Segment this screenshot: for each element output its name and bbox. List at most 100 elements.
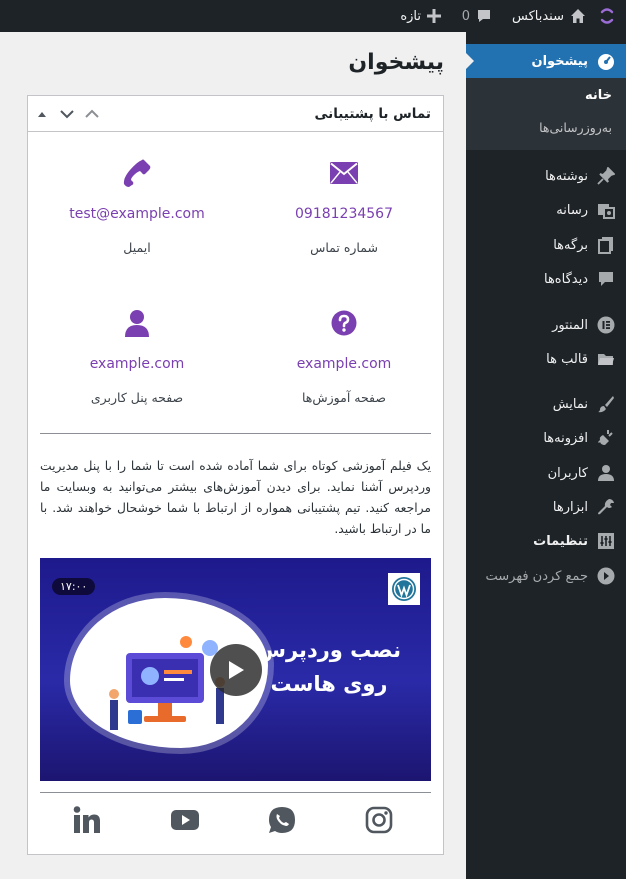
contact-phone-value[interactable]: 09181234567 bbox=[259, 206, 429, 222]
elementor-icon bbox=[596, 315, 616, 335]
home-icon bbox=[571, 9, 585, 23]
menu-item-tools[interactable]: ابزارها bbox=[466, 493, 626, 521]
collapse-icon bbox=[596, 566, 616, 586]
contact-tutorials-label: صفحه آموزش‌ها bbox=[301, 390, 386, 405]
contact-tutorials: example.com صفحه آموزش‌ها bbox=[259, 306, 429, 405]
youtube-icon bbox=[171, 810, 199, 830]
divider bbox=[40, 433, 431, 434]
menu-item-media[interactable]: رسانه bbox=[466, 196, 626, 224]
move-down-button[interactable] bbox=[57, 104, 77, 124]
contact-email-label: ایمیل bbox=[123, 240, 151, 255]
menu-label-elementor: المنتور bbox=[552, 317, 588, 333]
user-icon bbox=[125, 310, 149, 337]
brush-icon bbox=[596, 394, 616, 414]
linkedin-link[interactable] bbox=[72, 805, 102, 835]
linkedin-icon bbox=[73, 806, 100, 833]
site-name: سندباکس bbox=[512, 8, 564, 24]
menu-label-settings: تنظیمات bbox=[533, 533, 588, 549]
dashboard-submenu: خانه به‌روزرسانی‌ها bbox=[466, 78, 626, 150]
caret-up-icon bbox=[38, 112, 46, 117]
menu-label-pages: برگه‌ها bbox=[553, 237, 588, 253]
whatsapp-icon bbox=[269, 807, 295, 833]
support-widget: تماس با پشتیبانی 09181234567 شماره تماس … bbox=[27, 95, 444, 855]
submenu-updates[interactable]: به‌روزرسانی‌ها bbox=[539, 120, 612, 135]
video-title-line2: روی هاست bbox=[270, 672, 388, 696]
toggle-panel-button[interactable] bbox=[32, 104, 52, 124]
menu-label-plugins: افزونه‌ها bbox=[543, 430, 588, 446]
settings-icon bbox=[596, 531, 616, 551]
contact-phone: 09181234567 شماره تماس bbox=[259, 156, 429, 255]
menu-item-appearance[interactable]: نمایش bbox=[466, 390, 626, 418]
menu-item-settings[interactable]: تنظیمات bbox=[466, 527, 626, 555]
contact-phone-label: شماره تماس bbox=[310, 240, 378, 255]
contact-email: test@example.com ایمیل bbox=[52, 156, 222, 255]
wordpress-icon bbox=[392, 577, 416, 601]
collapse-menu-button[interactable]: جمع کردن فهرست bbox=[466, 562, 626, 590]
video-title-line1: نصب وردپرس bbox=[257, 638, 401, 662]
menu-item-posts[interactable]: نوشته‌ها bbox=[466, 162, 626, 190]
menu-item-dashboard[interactable]: پیشخوان bbox=[466, 44, 626, 78]
instagram-link[interactable] bbox=[364, 805, 394, 835]
comment-icon bbox=[478, 10, 490, 22]
folder-icon bbox=[596, 349, 616, 369]
widget-title: تماس با پشتیبانی bbox=[314, 106, 432, 122]
play-icon bbox=[229, 661, 244, 679]
play-button[interactable] bbox=[210, 644, 262, 696]
move-up-button[interactable] bbox=[82, 104, 102, 124]
tutorial-video[interactable]: نصب وردپرس روی هاست ۱۷:۰۰ bbox=[40, 558, 431, 781]
phone-icon bbox=[123, 159, 151, 187]
instagram-icon bbox=[365, 806, 393, 834]
menu-item-templates[interactable]: قالب ها bbox=[466, 345, 626, 373]
question-icon bbox=[331, 310, 357, 336]
comments-count: 0 bbox=[461, 8, 470, 24]
new-content-button[interactable]: تازه bbox=[400, 0, 441, 32]
wordpress-logo bbox=[388, 573, 420, 605]
widget-description: یک فیلم آموزشی کوتاه برای شما آماده شده … bbox=[40, 459, 431, 536]
admin-sidebar: پیشخوان خانه به‌روزرسانی‌ها نوشته‌ها رسا… bbox=[466, 32, 626, 879]
menu-label-comments: دیدگاه‌ها bbox=[543, 271, 588, 287]
media-icon bbox=[596, 200, 616, 220]
page-title: پیشخوان bbox=[348, 50, 444, 75]
widget-header: تماس با پشتیبانی bbox=[28, 96, 443, 132]
contact-email-value[interactable]: test@example.com bbox=[52, 206, 222, 222]
menu-item-users[interactable]: کاربران bbox=[466, 459, 626, 487]
menu-item-elementor[interactable]: المنتور bbox=[466, 311, 626, 339]
plus-icon bbox=[427, 9, 441, 23]
chevron-up-icon bbox=[85, 109, 99, 118]
pages-icon bbox=[596, 235, 616, 255]
envelope-icon bbox=[330, 162, 358, 184]
comments-link[interactable]: 0 bbox=[462, 0, 492, 32]
wp-logo-button[interactable] bbox=[596, 0, 618, 32]
dashboard-icon bbox=[596, 51, 616, 71]
menu-item-comments[interactable]: دیدگاه‌ها bbox=[466, 265, 626, 293]
menu-item-pages[interactable]: برگه‌ها bbox=[466, 231, 626, 259]
contact-tutorials-value[interactable]: example.com bbox=[259, 356, 429, 372]
chevron-down-icon bbox=[60, 110, 74, 119]
menu-label-dashboard: پیشخوان bbox=[531, 53, 589, 69]
comment-icon bbox=[596, 269, 616, 289]
menu-item-plugins[interactable]: افزونه‌ها bbox=[466, 424, 626, 452]
main-content: پیشخوان تماس با پشتیبانی 09181234567 شما… bbox=[0, 32, 466, 879]
contact-user-panel-value[interactable]: example.com bbox=[52, 356, 222, 372]
video-duration: ۱۷:۰۰ bbox=[52, 578, 96, 595]
whatsapp-link[interactable] bbox=[267, 805, 297, 835]
menu-label-media: رسانه bbox=[556, 202, 588, 218]
wp-logo-icon bbox=[600, 8, 614, 24]
new-label: تازه bbox=[400, 8, 421, 24]
user-icon bbox=[596, 463, 616, 483]
menu-label-collapse: جمع کردن فهرست bbox=[485, 568, 588, 584]
menu-label-users: کاربران bbox=[547, 465, 588, 481]
menu-label-tools: ابزارها bbox=[552, 499, 588, 515]
wrench-icon bbox=[596, 497, 616, 517]
pin-icon bbox=[596, 166, 616, 186]
plugin-icon bbox=[596, 428, 616, 448]
submenu-home[interactable]: خانه bbox=[585, 88, 612, 103]
menu-label-posts: نوشته‌ها bbox=[545, 168, 588, 184]
youtube-link[interactable] bbox=[170, 805, 200, 835]
menu-label-templates: قالب ها bbox=[546, 351, 588, 367]
admin-bar: سندباکس 0 تازه bbox=[0, 0, 626, 32]
contact-user-panel: example.com صفحه پنل کاربری bbox=[52, 306, 222, 405]
menu-label-appearance: نمایش bbox=[552, 396, 588, 412]
site-name-link[interactable]: سندباکس bbox=[512, 0, 586, 32]
social-links bbox=[40, 792, 431, 850]
